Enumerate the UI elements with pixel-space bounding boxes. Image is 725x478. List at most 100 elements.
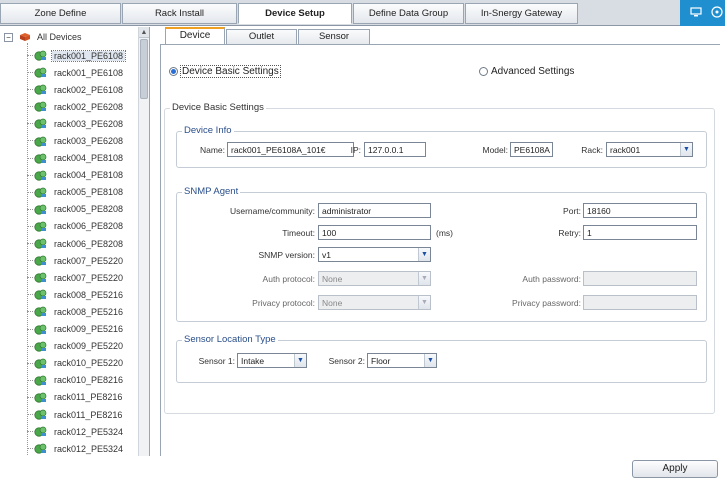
snmp-agent-group: SNMP Agent Username/community: administr… xyxy=(176,186,707,322)
tree-item[interactable]: rack005_PE8208 xyxy=(22,201,125,218)
rack-device-icon xyxy=(34,84,47,95)
scroll-up-icon[interactable]: ▲ xyxy=(139,27,149,38)
tree-item[interactable]: rack007_PE5220 xyxy=(22,252,125,269)
tree-item[interactable]: rack012_PE5324 xyxy=(22,440,125,456)
tree-item-label: rack004_PE8108 xyxy=(54,153,124,164)
tree-item-label: rack009_PE5216 xyxy=(54,324,124,335)
advanced-settings-radio[interactable]: Advanced Settings xyxy=(479,66,574,77)
tree-item-label: rack011_PE8216 xyxy=(54,409,123,420)
tab-zone-define[interactable]: Zone Define xyxy=(0,3,121,24)
sensor2-select[interactable]: Floor ▼ xyxy=(367,353,437,368)
tree-item[interactable]: rack009_PE5216 xyxy=(22,321,125,338)
tree-item[interactable]: rack002_PE6108 xyxy=(22,81,125,98)
rack-device-icon xyxy=(34,153,47,164)
all-devices-icon xyxy=(20,33,30,41)
privacy-protocol-select[interactable]: None ▼ xyxy=(318,295,431,310)
rack-device-icon xyxy=(34,119,47,130)
tree-item-label: rack004_PE8108 xyxy=(54,170,124,181)
device-info-group: Device Info Name: rack001_PE6108A_101€ I… xyxy=(176,125,707,168)
rack-device-icon xyxy=(34,392,47,403)
retry-label: Retry: xyxy=(558,228,581,238)
rack-label: Rack: xyxy=(581,145,603,155)
rack-select[interactable]: rack001 ▼ xyxy=(606,142,693,157)
tree-item-label: rack008_PE5216 xyxy=(54,306,124,317)
tree-item[interactable]: rack004_PE8108 xyxy=(22,150,125,167)
tree-item[interactable]: rack007_PE5220 xyxy=(22,269,125,286)
auth-password-field[interactable] xyxy=(583,271,697,286)
username-field[interactable]: administrator xyxy=(318,203,431,218)
rack-select-value: rack001 xyxy=(610,145,641,155)
main-tab-bar: Zone Define Rack Install Device Setup De… xyxy=(0,0,725,26)
tab-define-data-group[interactable]: Define Data Group xyxy=(353,3,464,24)
tree-item[interactable]: rack006_PE8208 xyxy=(22,235,125,252)
snmp-version-select[interactable]: v1 ▼ xyxy=(318,247,431,262)
tree-item-label: rack007_PE5220 xyxy=(54,255,124,266)
tab-rack-install[interactable]: Rack Install xyxy=(122,3,237,24)
port-field[interactable]: 18160 xyxy=(583,203,697,218)
tree-item[interactable]: rack001_PE6108 xyxy=(22,47,127,64)
chevron-down-icon[interactable]: ▼ xyxy=(418,248,430,261)
tree-item[interactable]: rack008_PE5216 xyxy=(22,303,125,320)
scroll-thumb[interactable] xyxy=(140,39,148,99)
rack-device-icon xyxy=(34,409,47,420)
model-label: Model: xyxy=(482,145,508,155)
monitor-icon[interactable] xyxy=(689,6,703,18)
sensor1-value: Intake xyxy=(241,356,265,366)
tree-item[interactable]: rack011_PE8216 xyxy=(22,389,125,406)
ip-field[interactable]: 127.0.0.1 xyxy=(364,142,426,157)
chevron-down-icon[interactable]: ▼ xyxy=(680,143,692,156)
tree-item[interactable]: rack008_PE5216 xyxy=(22,286,125,303)
chevron-down-icon[interactable]: ▼ xyxy=(418,272,430,285)
name-field[interactable]: rack001_PE6108A_101€ xyxy=(227,142,354,157)
tree-item[interactable]: rack002_PE6208 xyxy=(22,98,125,115)
tree-item-list: rack001_PE6108 rack001_PE6108 rack002_PE61… xyxy=(22,47,127,456)
timeout-field[interactable]: 100 xyxy=(318,225,431,240)
chevron-down-icon[interactable]: ▼ xyxy=(424,354,436,367)
tree-item[interactable]: rack010_PE5220 xyxy=(22,355,125,372)
tree-item[interactable]: rack006_PE8208 xyxy=(22,218,125,235)
basic-settings-label: Device Basic Settings xyxy=(180,65,281,78)
auth-protocol-select[interactable]: None ▼ xyxy=(318,271,431,286)
auth-protocol-value: None xyxy=(322,274,343,284)
tree-item[interactable]: rack009_PE5220 xyxy=(22,338,125,355)
tree-item[interactable]: rack005_PE8108 xyxy=(22,184,125,201)
chevron-down-icon[interactable]: ▼ xyxy=(418,296,430,309)
basic-settings-radio[interactable]: Device Basic Settings xyxy=(169,65,281,78)
tree-scrollbar[interactable]: ▲ xyxy=(138,27,149,456)
rack-device-icon xyxy=(34,307,47,318)
tab-device[interactable]: Device xyxy=(165,27,225,45)
tab-device-setup[interactable]: Device Setup xyxy=(238,3,352,24)
rack-device-icon xyxy=(34,358,47,369)
tree-item-label: rack012_PE5324 xyxy=(54,443,124,454)
tree-item[interactable]: rack003_PE6208 xyxy=(22,132,125,149)
privacy-password-field[interactable] xyxy=(583,295,697,310)
model-field[interactable]: PE6108A xyxy=(510,142,553,157)
tree-root-label: All Devices xyxy=(37,32,82,42)
tree-item-label: rack001_PE6108 xyxy=(50,49,127,62)
tree-item-label: rack005_PE8208 xyxy=(54,204,124,215)
device-panel: Device Basic Settings Advanced Settings … xyxy=(160,44,720,478)
tree-root[interactable]: − All Devices xyxy=(4,31,84,43)
apply-button[interactable]: Apply xyxy=(632,460,718,478)
username-label: Username/community: xyxy=(229,206,315,216)
rack-device-icon xyxy=(34,443,47,454)
collapse-icon[interactable]: − xyxy=(4,32,13,42)
tree-item[interactable]: rack004_PE8108 xyxy=(22,167,125,184)
tree-item[interactable]: rack011_PE8216 xyxy=(22,406,125,423)
sensor1-select[interactable]: Intake ▼ xyxy=(237,353,307,368)
tree-item-label: rack011_PE8216 xyxy=(54,392,123,403)
tree-item[interactable]: rack010_PE8216 xyxy=(22,372,125,389)
help-icon[interactable] xyxy=(710,6,724,18)
rack-device-icon xyxy=(34,50,47,61)
tab-outlet[interactable]: Outlet xyxy=(226,29,297,44)
retry-field[interactable]: 1 xyxy=(583,225,697,240)
tree-item[interactable]: rack012_PE5324 xyxy=(22,423,125,440)
rack-device-icon xyxy=(34,238,47,249)
auth-password-label: Auth password: xyxy=(522,274,581,284)
sensor-location-title: Sensor Location Type xyxy=(182,334,278,345)
chevron-down-icon[interactable]: ▼ xyxy=(294,354,306,367)
tab-sensor[interactable]: Sensor xyxy=(298,29,370,44)
tab-in-snergy-gateway[interactable]: In-Snergy Gateway xyxy=(465,3,578,24)
tree-item[interactable]: rack003_PE6208 xyxy=(22,115,125,132)
tree-item[interactable]: rack001_PE6108 xyxy=(22,64,125,81)
